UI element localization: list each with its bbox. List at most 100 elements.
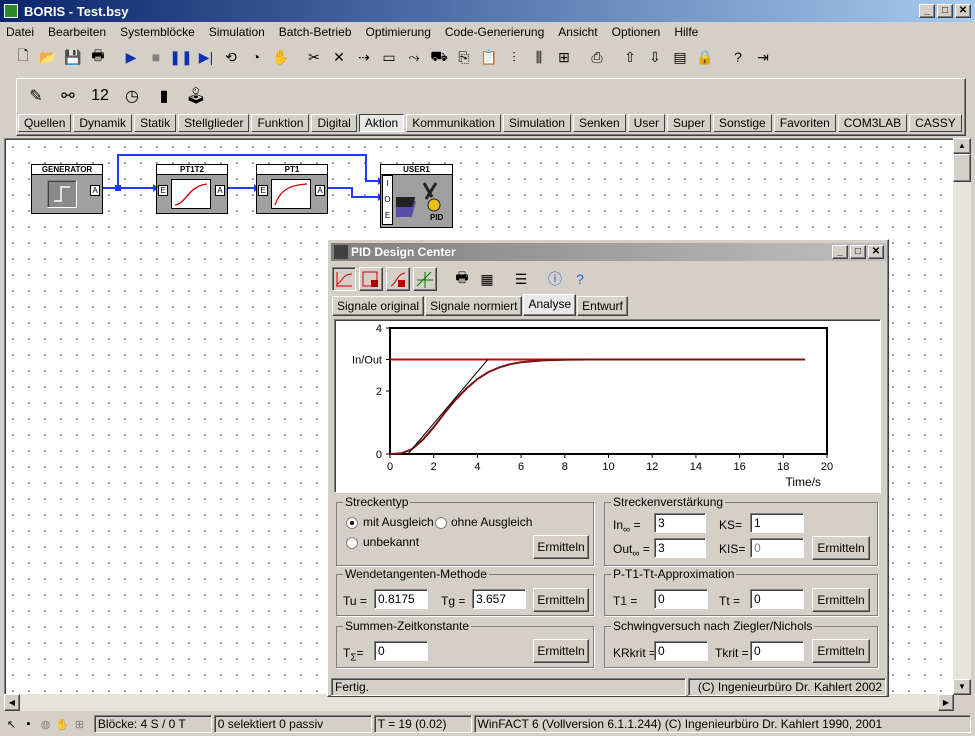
print-icon[interactable]: 🖶 <box>451 268 473 290</box>
ermitteln-button[interactable]: Ermitteln <box>533 535 589 559</box>
x-tick-label: 12 <box>646 461 658 473</box>
list-icon[interactable]: ☰ <box>510 268 532 290</box>
group-title: Summen-Zeitkonstante <box>343 619 472 633</box>
series-tangent <box>407 359 489 455</box>
out-label: Out∞ = <box>613 542 650 560</box>
calculator-icon[interactable]: ▦ <box>476 268 498 290</box>
kis-label: KIS= <box>719 542 746 556</box>
x-tick-label: 8 <box>562 461 568 473</box>
normalize-icon[interactable] <box>359 267 383 291</box>
tab-signale-normiert[interactable]: Signale normiert <box>425 296 523 316</box>
output-port[interactable]: A <box>315 185 325 196</box>
pt1-block[interactable]: PT1 E A <box>256 164 328 214</box>
group-title: Wendetangenten-Methode <box>343 567 489 581</box>
krkrit-field[interactable]: 0 <box>654 641 708 661</box>
pid-dialog-icon <box>334 245 348 259</box>
tab-analyse[interactable]: Analyse <box>523 294 577 316</box>
help-bubble-icon[interactable]: ? <box>569 268 591 290</box>
user1-block[interactable]: USER1 I O E PID <box>380 164 453 228</box>
tt-field[interactable]: 0 <box>750 589 804 609</box>
block-title: GENERATOR <box>32 165 102 175</box>
x-tick-label: 2 <box>431 461 437 473</box>
group-title: P-T1-Tt-Approximation <box>611 567 737 581</box>
ermitteln-button[interactable]: Ermitteln <box>812 536 870 560</box>
status-icons: ↖ ▪ ◍ ✋ ⊞ <box>4 716 92 732</box>
out-inf-field[interactable]: 3 <box>654 538 706 558</box>
ks-field[interactable]: 1 <box>750 513 804 533</box>
dialog-maximize-button[interactable]: □ <box>850 245 866 259</box>
group-summen-zeitkonstante: Summen-Zeitkonstante TΣ= 0 Ermitteln <box>336 619 594 668</box>
generator-block[interactable]: GENERATOR A <box>31 164 103 214</box>
tu-label: Tu = <box>343 594 367 608</box>
grid-icon[interactable]: ⊞ <box>72 716 87 732</box>
in-inf-field[interactable]: 3 <box>654 513 706 533</box>
pid-tools-icon: PID <box>389 179 450 225</box>
step-response-icon[interactable] <box>332 267 356 291</box>
group-streckentyp: Streckentyp mit Ausgleich ohne Ausgleich… <box>336 495 594 566</box>
tsum-label: TΣ= <box>343 646 364 664</box>
port-i[interactable]: I <box>383 176 392 192</box>
port-o[interactable]: O <box>383 192 392 208</box>
user1-ports: I O E <box>382 175 393 225</box>
tg-label: Tg = <box>441 594 466 608</box>
x-tick-label: 10 <box>602 461 614 473</box>
y-marker-label: In/Out <box>352 355 382 367</box>
dialog-minimize-button[interactable]: _ <box>832 245 848 259</box>
tab-entwurf[interactable]: Entwurf <box>577 296 628 316</box>
tu-field[interactable]: 0.8175 <box>374 589 428 609</box>
plot-frame <box>389 327 828 455</box>
status-time: T = 19 (0.02) <box>373 715 472 733</box>
tab-signale-original[interactable]: Signale original <box>332 296 425 316</box>
group-title: Schwingversuch nach Ziegler/Nichols <box>611 619 815 633</box>
y-tick-label: 4 <box>376 323 382 335</box>
group-streckenverstaerkung: Streckenverstärkung In∞ = 3 Out∞ = 3 KS=… <box>604 495 878 566</box>
status-bar: ↖ ▪ ◍ ✋ ⊞ Blöcke: 4 S / 0 T 0 selektiert… <box>0 712 975 736</box>
block-title: PT1T2 <box>157 165 227 175</box>
input-port[interactable]: E <box>158 185 168 196</box>
tsum-field[interactable]: 0 <box>374 641 428 661</box>
t1-field[interactable]: 0 <box>654 589 708 609</box>
y-tick-label: 2 <box>376 386 382 398</box>
pointer-icon[interactable]: ↖ <box>4 716 19 732</box>
curve-check-icon[interactable] <box>386 267 410 291</box>
radio-unbekannt[interactable] <box>346 537 358 549</box>
krkrit-label: KRkrit = <box>613 646 657 660</box>
tkrit-field[interactable]: 0 <box>750 641 804 661</box>
status-version: WinFACT 6 (Vollversion 6.1.1.244) (C) In… <box>473 715 971 733</box>
pt1t2-block[interactable]: PT1T2 E A <box>156 164 228 214</box>
chart-panel: 0 2 4 6 8 10 12 14 16 18 20 0 2 4 In/Out Time/s <box>334 319 881 493</box>
hand-icon[interactable]: ✋ <box>55 716 70 732</box>
block-title: PT1 <box>257 165 327 175</box>
group-pt1tt-approximation: P-T1-Tt-Approximation T1 = 0 Tt = 0 Ermi… <box>604 567 878 616</box>
dialog-close-button[interactable]: ✕ <box>868 245 884 259</box>
dialog-title: PID Design Center <box>351 245 456 259</box>
globe-icon[interactable]: ◍ <box>38 716 53 732</box>
output-port[interactable]: A <box>215 185 225 196</box>
pid-label: PID <box>430 213 444 222</box>
radio-ohne-ausgleich[interactable] <box>435 517 447 529</box>
ks-label: KS= <box>719 518 743 532</box>
tkrit-label: Tkrit = <box>715 646 749 660</box>
output-port[interactable]: A <box>90 185 100 196</box>
radio-mit-ausgleich[interactable] <box>346 517 358 529</box>
group-wendetangenten-methode: Wendetangenten-Methode Tu = 0.8175 Tg = … <box>336 567 594 616</box>
info-icon[interactable]: ⓘ <box>544 268 566 290</box>
pt1-curve-icon <box>271 179 311 209</box>
status-blocks: Blöcke: 4 S / 0 T <box>93 715 212 733</box>
dialog-toolbar: 🖶 ▦ ☰ ⓘ ? <box>332 265 591 293</box>
ermitteln-button[interactable]: Ermitteln <box>533 639 589 663</box>
input-port[interactable]: E <box>258 185 268 196</box>
x-axis-label: Time/s <box>785 475 821 489</box>
status-selected: 0 selektiert 0 passiv <box>213 715 372 733</box>
disk-icon[interactable]: ▪ <box>21 716 36 732</box>
tangent-icon[interactable] <box>413 267 437 291</box>
dialog-status-left: Fertig. <box>331 678 686 696</box>
ermitteln-button[interactable]: Ermitteln <box>533 588 589 612</box>
x-tick-label: 6 <box>518 461 524 473</box>
ermitteln-button[interactable]: Ermitteln <box>812 588 870 612</box>
port-e[interactable]: E <box>383 208 392 224</box>
ermitteln-button[interactable]: Ermitteln <box>812 639 870 663</box>
y-tick-label: 0 <box>376 449 382 461</box>
in-label: In∞ = <box>613 518 641 536</box>
tg-field[interactable]: 3.657 <box>472 589 526 609</box>
